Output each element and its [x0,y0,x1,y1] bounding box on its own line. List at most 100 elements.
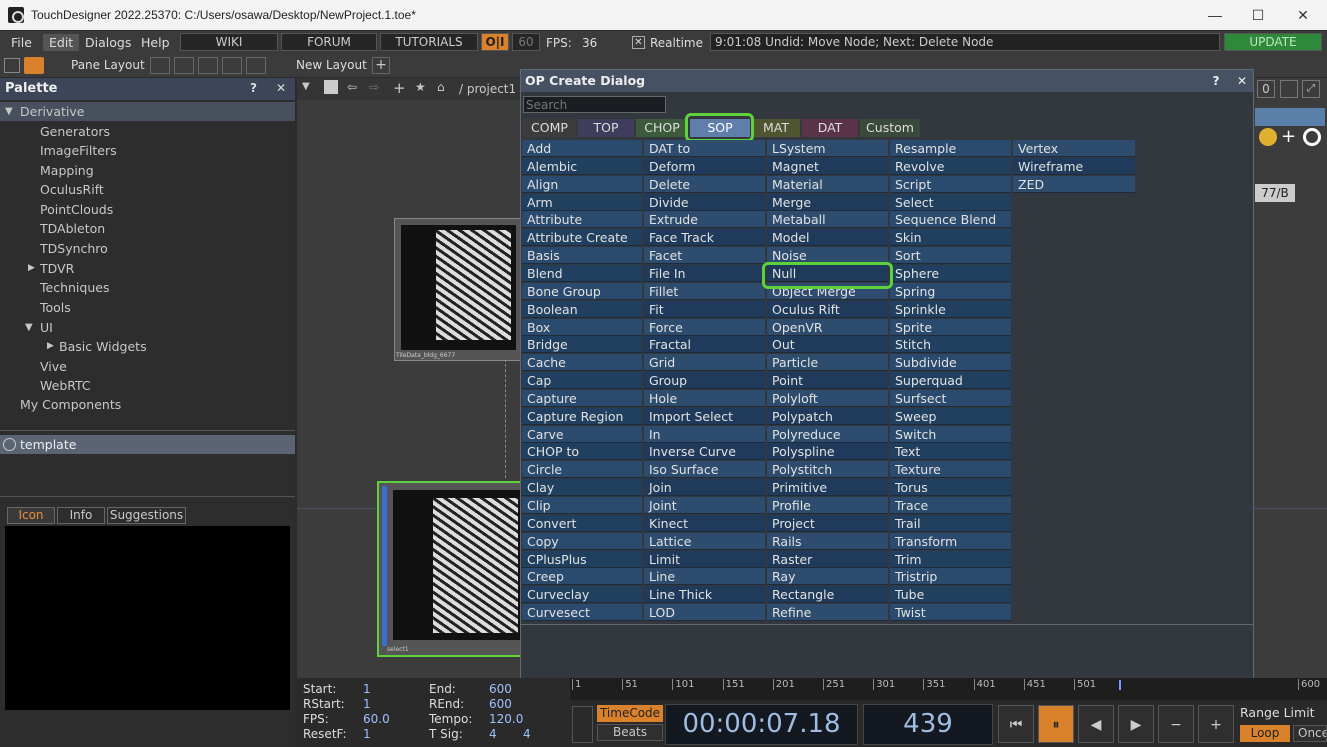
star-icon[interactable]: ★ [415,80,426,94]
step-back-icon[interactable]: ◀ [1078,705,1114,743]
op-item-arm[interactable]: Arm [522,193,642,211]
rstart-value[interactable]: 1 [363,697,371,711]
layout-three-icon[interactable] [222,57,242,74]
forward-arrow-icon[interactable]: ⇨ [369,80,379,94]
beats-button[interactable]: Beats [597,724,663,741]
rewind-icon[interactable]: ⏮ [998,705,1034,743]
home-icon[interactable]: ⌂ [437,80,445,94]
maximize-button[interactable]: ☐ [1248,5,1268,25]
op-item-divide[interactable]: Divide [644,193,765,211]
op-item-curvesect[interactable]: Curvesect [522,604,642,622]
op-item-torus[interactable]: Torus [890,479,1011,497]
op-item-line[interactable]: Line [644,568,765,586]
layout-split-vertical-icon[interactable] [174,57,194,74]
tree-item-ui[interactable]: UI [40,318,53,337]
menu-edit[interactable]: Edit [43,34,80,51]
dialog-help-button[interactable]: ? [1207,72,1225,90]
tab-icon[interactable]: Icon [7,507,55,524]
tab-top[interactable]: TOP [578,119,634,137]
tab-info[interactable]: Info [57,507,105,524]
op-item-profile[interactable]: Profile [767,497,888,514]
op-item-add[interactable]: Add [522,140,642,157]
op-item-sprinkle[interactable]: Sprinkle [890,300,1011,318]
op-item-circle[interactable]: Circle [522,461,642,479]
op-item-spring[interactable]: Spring [890,282,1011,300]
op-item-polystitch[interactable]: Polystitch [767,461,888,479]
op-item-align[interactable]: Align [522,175,642,193]
back-arrow-icon[interactable]: ⇦ [347,80,357,94]
op-item-lsystem[interactable]: LSystem [767,140,888,157]
op-item-trace[interactable]: Trace [890,497,1011,514]
op-item-kinect[interactable]: Kinect [644,514,765,532]
tree-item-imagefilters[interactable]: ImageFilters [40,141,117,160]
op-item-stitch[interactable]: Stitch [890,336,1011,354]
op-item-iso-surface[interactable]: Iso Surface [644,461,765,479]
op-item-clip[interactable]: Clip [522,497,642,514]
op-item-delete[interactable]: Delete [644,175,765,193]
node-select[interactable]: select1 [377,481,525,657]
tab-comp[interactable]: COMP [523,119,576,137]
once-button[interactable]: Once [1293,725,1327,742]
frame-display[interactable]: 439 [863,704,993,745]
op-item-sphere[interactable]: Sphere [890,264,1011,282]
forum-button[interactable]: FORUM [281,33,377,51]
op-item-tristrip[interactable]: Tristrip [890,568,1011,586]
tempo-value[interactable]: 120.0 [489,712,523,726]
op-item-subdivide[interactable]: Subdivide [890,354,1011,372]
tree-item-basic-widgets[interactable]: Basic Widgets [59,337,147,356]
op-item-group[interactable]: Group [644,372,765,390]
parameter-field[interactable]: 77/B [1255,184,1295,202]
op-item-creep[interactable]: Creep [522,568,642,586]
op-item-curveclay[interactable]: Curveclay [522,586,642,604]
realtime-checkbox[interactable]: ✕ [632,36,645,49]
op-item-refine[interactable]: Refine [767,604,888,622]
op-item-inverse-curve[interactable]: Inverse Curve [644,443,765,461]
op-item-out[interactable]: Out [767,336,888,354]
op-item-cap[interactable]: Cap [522,372,642,390]
tree-item-mapping[interactable]: Mapping [40,161,94,180]
pause-icon[interactable]: ⏸ [1038,705,1074,743]
timeline-toggle[interactable] [572,706,593,743]
op-item-cache[interactable]: Cache [522,354,642,372]
op-item-openvr[interactable]: OpenVR [767,318,888,336]
tab-dat[interactable]: DAT [802,119,858,137]
op-item-vertex[interactable]: Vertex [1013,140,1135,157]
op-item-box[interactable]: Box [522,318,642,336]
timeline-ruler[interactable]: 1 51 101 151 201 251 301 351 401 451 501 600 [570,678,1327,700]
op-item-convert[interactable]: Convert [522,514,642,532]
op-item-force[interactable]: Force [644,318,765,336]
op-item-fit[interactable]: Fit [644,300,765,318]
play-icon[interactable]: ▶ [1118,705,1154,743]
menu-dialogs[interactable]: Dialogs [79,34,137,51]
tree-item-techniques[interactable]: Techniques [40,278,109,297]
op-item-script[interactable]: Script [890,175,1011,193]
op-item-zed[interactable]: ZED [1013,175,1135,193]
decrement-icon[interactable]: − [1158,705,1194,743]
tree-item-tdvr[interactable]: TDVR [40,259,74,278]
op-item-particle[interactable]: Particle [767,354,888,372]
op-item-sweep[interactable]: Sweep [890,407,1011,425]
op-item-texture[interactable]: Texture [890,461,1011,479]
menu-file[interactable]: File [5,34,38,51]
op-item-dat-to[interactable]: DAT to [644,140,765,157]
op-item-primitive[interactable]: Primitive [767,479,888,497]
op-item-trail[interactable]: Trail [890,514,1011,532]
op-item-rails[interactable]: Rails [767,532,888,550]
op-item-basis[interactable]: Basis [522,247,642,265]
op-item-attribute[interactable]: Attribute [522,211,642,229]
op-item-extrude[interactable]: Extrude [644,211,765,229]
expand-arrow-icon[interactable]: ▼ [25,318,33,337]
op-item-join[interactable]: Join [644,479,765,497]
op-item-alembic[interactable]: Alembic [522,157,642,175]
tree-item-webrtc[interactable]: WebRTC [40,376,91,395]
op-item-file-in[interactable]: File In [644,264,765,282]
op-item-clay[interactable]: Clay [522,479,642,497]
increment-icon[interactable]: + [1198,705,1234,743]
wiki-button[interactable]: WIKI [180,33,278,51]
fps-value[interactable]: 60.0 [363,712,390,726]
op-item-polypatch[interactable]: Polypatch [767,407,888,425]
op-item-sprite[interactable]: Sprite [890,318,1011,336]
op-item-line-thick[interactable]: Line Thick [644,586,765,604]
tab-suggestions[interactable]: Suggestions [107,507,186,524]
op-item-bridge[interactable]: Bridge [522,336,642,354]
